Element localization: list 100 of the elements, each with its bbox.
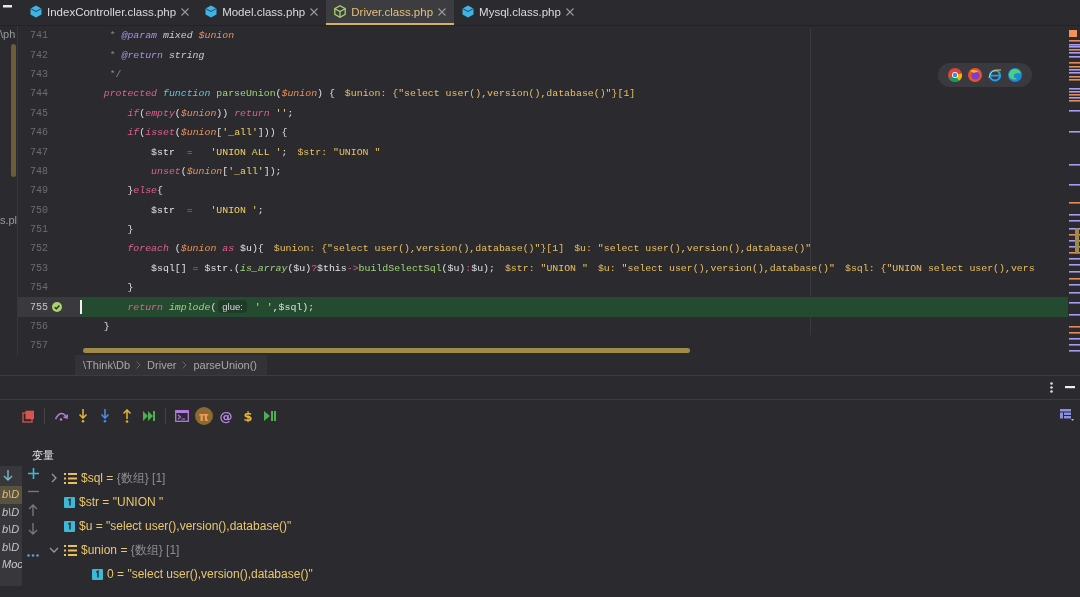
step-into-icon[interactable] [78,409,88,423]
toolbar-toggle[interactable]: @ [217,407,235,425]
line-number: 751 [29,224,48,236]
arrow-down-icon[interactable] [28,523,38,535]
code-text: if(isset($union['_all'])) { [126,127,288,139]
line-number: 749 [29,185,48,197]
variable-entry[interactable]: $union = {数组} [1] [81,541,180,559]
close-icon[interactable] [438,7,447,16]
project-tree-item[interactable]: \ph [0,26,17,40]
cube-icon [30,5,42,18]
variable-entry[interactable]: $sql = {数组} [1] [81,469,166,487]
code-text: */ [108,68,122,80]
close-icon[interactable] [565,7,574,16]
step-out-icon[interactable] [122,409,132,423]
menu-icon[interactable] [3,5,12,8]
code-text: }else{ [126,185,163,197]
editor-tab[interactable]: Model.class.php [197,0,327,25]
list-icon [64,472,77,484]
code-text: } [126,282,134,294]
variable-entry[interactable]: $str = "UNION " [79,495,164,509]
add-icon[interactable] [27,468,39,479]
close-icon[interactable] [310,7,319,16]
editor-tab[interactable]: Mysql.class.php [454,0,582,25]
editor-tab[interactable]: IndexController.class.php [22,0,198,25]
primitive-icon [92,568,103,580]
line-number: 753 [29,262,48,274]
breadcrumb-item[interactable]: Driver [147,359,177,371]
code-text: if(empty($union)) return ''; [126,107,294,119]
line-number: 745 [29,107,48,119]
stack-frame[interactable]: b\D [0,521,22,539]
code-text: * @param mixed $union [108,30,235,42]
browser-icon[interactable] [988,68,1002,82]
variable-entry[interactable]: 0 = "select user(),version(),database()" [107,567,313,581]
toolbar-toggle[interactable]: $ [239,407,257,425]
cube-icon [462,5,475,18]
code-text: * @return string [108,49,205,61]
inline-value-hint: $str: "UNION " [504,262,588,274]
stacked-squares-icon[interactable] [21,409,35,423]
code-text: } [126,224,134,236]
inline-value-hint: $str: "UNION " [297,146,381,158]
line-number: 748 [29,165,48,177]
stack-frame[interactable]: b\D [0,486,22,504]
chevron-icon [182,361,188,369]
breadcrumb-item[interactable]: \Think\Db [83,359,131,371]
step-over-icon[interactable] [54,411,68,421]
variable-entry[interactable]: $u = "select user(),version(),database()" [79,519,292,533]
panel-title: 变量 [31,448,55,463]
code-text: $str = 'UNION '; [150,204,264,216]
browser-icon[interactable] [968,68,982,82]
inline-value-hint: $union: {"select user(),version(),database()"}[1] [344,88,636,100]
line-number: 747 [29,146,48,158]
inline-value-hint: $u: "select user(),version(),database()" [597,262,835,274]
close-icon[interactable] [181,7,190,16]
inline-value-hint: $u: "select user(),version(),database()" [574,243,812,255]
code-text: foreach ($union as $u){ [126,243,264,255]
chevron-icon [136,361,142,369]
text-cursor [80,300,82,315]
force-step-into-icon[interactable] [100,409,110,423]
line-number: 755 [29,301,48,313]
primitive-icon [64,520,75,532]
project-tree-item[interactable]: s.pl [0,212,17,226]
browser-icon[interactable] [948,68,962,82]
code-text: $str = 'UNION ALL '; [150,146,288,158]
line-number: 743 [29,68,48,80]
code-text: return implode( glue: ' ',$sql); [126,301,315,314]
line-number: 757 [29,340,48,352]
terminal-icon[interactable] [175,410,189,422]
scrollbar-thumb[interactable] [11,44,16,177]
code-text: unset($union['_all']); [150,165,282,177]
code-text: $sql[] = $str.(is_array($u)?$this->buildSelectSql($u):$u); [150,262,495,274]
cube-icon [334,5,347,18]
more-options-icon[interactable] [1050,382,1053,393]
arrow-down-icon[interactable] [3,470,13,482]
minimize-icon[interactable] [1065,386,1075,389]
line-number: 750 [29,204,48,216]
stack-frame[interactable]: b\D [0,538,22,556]
browser-icon[interactable] [1008,68,1022,82]
line-number: 744 [29,88,48,100]
arrow-up-icon[interactable] [28,504,38,516]
scrollbar-thumb[interactable] [83,348,690,353]
resume-icon[interactable] [264,411,276,421]
run-to-cursor-icon[interactable] [143,411,155,421]
line-number: 742 [29,49,48,61]
line-number: 746 [29,127,48,139]
stack-frame[interactable]: b\D [0,503,22,521]
layout-settings-icon[interactable] [1060,409,1074,421]
line-number: 752 [29,243,48,255]
scrollbar-thumb[interactable] [1075,228,1079,254]
cube-icon [205,5,218,18]
more-icon[interactable] [27,554,39,557]
inline-value-hint: $sql: {"UNION select user(),vers [844,262,1035,274]
code-text: protected function parseUnion($union) { [102,88,335,100]
breakpoint-check-icon[interactable] [52,302,62,313]
code-text: } [102,321,110,333]
editor-tab[interactable]: Driver.class.php [326,0,455,25]
primitive-icon [64,496,75,508]
breadcrumb-item[interactable]: parseUnion() [193,359,257,371]
inline-value-hint: $union: {"select user(),version(),database()"}[1] [273,243,565,255]
line-number: 741 [29,30,48,42]
line-number: 754 [29,282,48,294]
